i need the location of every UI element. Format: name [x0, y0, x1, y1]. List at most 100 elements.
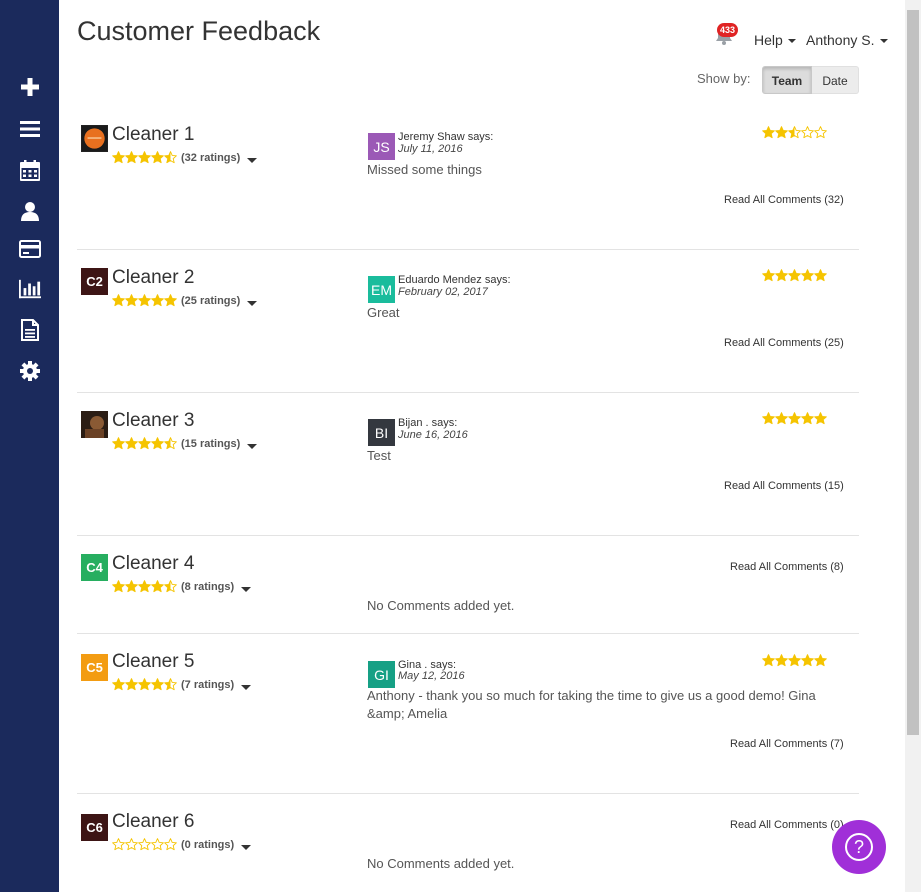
star-icon [801, 412, 814, 425]
star-icon [151, 437, 164, 450]
star-icon [112, 294, 125, 307]
comment-text: Test [367, 448, 391, 463]
commenter-avatar: GI [368, 661, 395, 688]
star-icon [762, 654, 775, 667]
star-icon [112, 437, 125, 450]
question-icon: ? [845, 833, 873, 861]
user-icon[interactable] [19, 200, 41, 222]
comment-date: May 12, 2016 [398, 670, 465, 682]
scrollbar-thumb[interactable] [907, 10, 919, 735]
read-all-comments-link[interactable]: Read All Comments (8) [730, 561, 844, 573]
rating-count: (8 ratings) [181, 581, 235, 593]
star-icon [125, 437, 138, 450]
rating-count: (0 ratings) [181, 839, 235, 851]
bar-chart-icon[interactable] [19, 278, 41, 300]
rating-stars [112, 678, 177, 691]
cleaner-name[interactable]: Cleaner 5 [112, 651, 194, 673]
star-icon [164, 151, 177, 164]
caret-down-icon[interactable] [239, 582, 253, 596]
user-menu[interactable]: Anthony S. [806, 32, 888, 48]
star-icon [112, 151, 125, 164]
no-comments-text: No Comments added yet. [367, 856, 515, 871]
star-icon [125, 294, 138, 307]
cleaner-row: C4 Cleaner 4 (8 ratings) Read All Commen… [77, 536, 859, 634]
rating-stars [112, 151, 177, 164]
star-icon [164, 580, 177, 593]
rating-count: (7 ratings) [181, 679, 235, 691]
cleaner-row: Cleaner 1 (32 ratings) JS Jeremy Shaw sa… [77, 110, 859, 250]
caret-down-icon[interactable] [245, 439, 259, 453]
star-icon [775, 654, 788, 667]
star-icon [164, 678, 177, 691]
showby-label: Show by: [697, 71, 751, 86]
comment-rating-stars [762, 654, 827, 667]
toggle-date-button[interactable]: Date [812, 66, 859, 94]
comment-text: Anthony - thank you so much for taking t… [367, 688, 816, 721]
document-icon[interactable] [19, 319, 41, 341]
read-all-comments-link[interactable]: Read All Comments (7) [730, 738, 844, 750]
cleaner-name[interactable]: Cleaner 6 [112, 811, 194, 833]
help-menu-label: Help [754, 32, 783, 48]
cleaner-row: C5 Cleaner 5 (7 ratings) GI Gina . says:… [77, 634, 859, 794]
rating-stars [112, 437, 177, 450]
cleaner-row: C2 Cleaner 2 (25 ratings) EM Eduardo Men… [77, 250, 859, 393]
star-icon [788, 654, 801, 667]
user-menu-label: Anthony S. [806, 32, 875, 48]
plus-icon[interactable] [19, 76, 41, 98]
caret-down-icon[interactable] [239, 680, 253, 694]
caret-down-icon[interactable] [245, 296, 259, 310]
toggle-team-button[interactable]: Team [762, 66, 812, 94]
calendar-icon[interactable] [19, 159, 41, 181]
cleaner-name[interactable]: Cleaner 1 [112, 124, 194, 146]
cleaner-name[interactable]: Cleaner 2 [112, 267, 194, 289]
avatar [81, 125, 108, 152]
read-all-comments-link[interactable]: Read All Comments (25) [724, 337, 844, 349]
comment-rating-stars [762, 412, 827, 425]
caret-down-icon [879, 39, 888, 44]
star-icon [775, 269, 788, 282]
cleaner-name[interactable]: Cleaner 4 [112, 553, 194, 575]
star-icon [112, 838, 125, 851]
star-icon [138, 151, 151, 164]
read-all-comments-link[interactable]: Read All Comments (0) [730, 819, 844, 831]
comment-rating-stars [762, 269, 827, 282]
read-all-comments-link[interactable]: Read All Comments (15) [724, 480, 844, 492]
star-icon [138, 294, 151, 307]
comment-text: Missed some things [367, 162, 482, 177]
star-icon [762, 126, 775, 139]
star-icon [801, 126, 814, 139]
cleaner-row: Cleaner 3 (15 ratings) BI Bijan . says: … [77, 393, 859, 536]
rating-stars [112, 580, 177, 593]
caret-down-icon [787, 39, 796, 44]
star-icon [125, 151, 138, 164]
rating-count: (15 ratings) [181, 438, 241, 450]
star-icon [814, 412, 827, 425]
star-icon [151, 151, 164, 164]
rating-count: (25 ratings) [181, 295, 241, 307]
caret-down-icon[interactable] [245, 153, 259, 167]
caret-down-icon[interactable] [239, 840, 253, 854]
page-title: Customer Feedback [77, 16, 321, 46]
help-menu[interactable]: Help [754, 32, 796, 48]
gear-icon[interactable] [19, 360, 41, 382]
cleaner-name[interactable]: Cleaner 3 [112, 410, 194, 432]
star-icon [788, 269, 801, 282]
star-icon [762, 412, 775, 425]
star-icon [151, 294, 164, 307]
star-icon [801, 654, 814, 667]
list-icon[interactable] [19, 118, 41, 140]
credit-card-icon[interactable] [19, 238, 41, 260]
star-icon [814, 269, 827, 282]
star-icon [775, 126, 788, 139]
notification-badge: 433 [717, 23, 739, 37]
comment-author: Bijan . says: [398, 417, 458, 429]
star-icon [125, 678, 138, 691]
help-fab-button[interactable]: ? [832, 820, 886, 874]
star-icon [112, 580, 125, 593]
star-icon [112, 678, 125, 691]
read-all-comments-link[interactable]: Read All Comments (32) [724, 194, 844, 206]
star-icon [801, 269, 814, 282]
star-icon [164, 294, 177, 307]
no-comments-text: No Comments added yet. [367, 598, 515, 613]
star-icon [138, 838, 151, 851]
